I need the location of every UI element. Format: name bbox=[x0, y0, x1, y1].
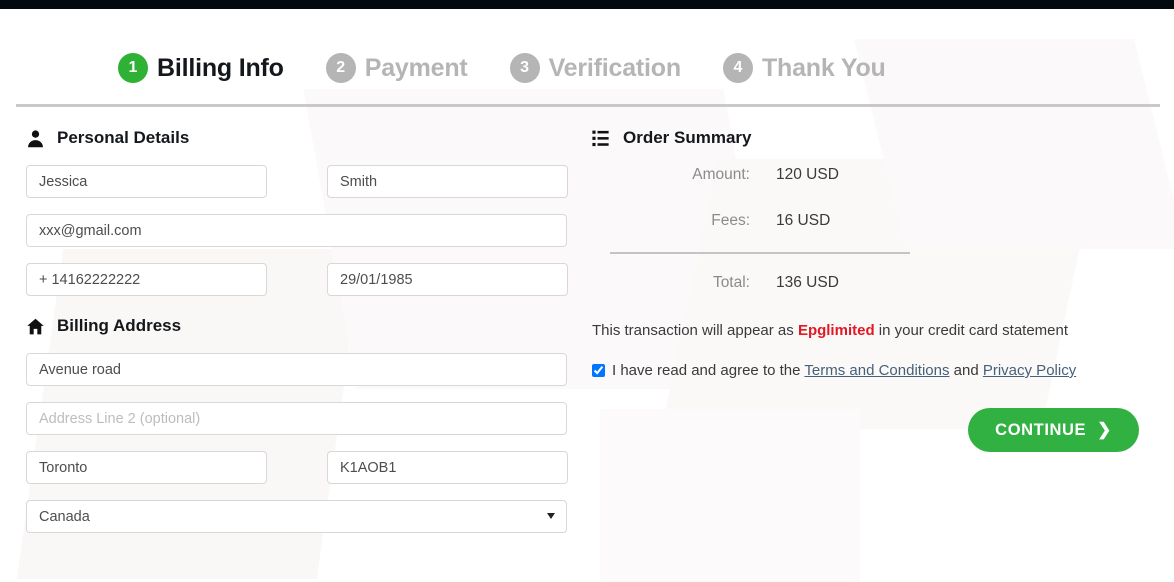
order-summary-column: Order Summary Amount: 120 USD Fees: 16 U… bbox=[592, 124, 1152, 452]
first-name-input[interactable]: Jessica bbox=[26, 165, 267, 198]
country-select-wrapper: Canada bbox=[26, 500, 567, 533]
amount-label: Amount: bbox=[692, 166, 750, 183]
summary-row-fees: Fees: 16 USD bbox=[592, 212, 1152, 230]
step-badge-4: 4 bbox=[722, 53, 753, 83]
chevron-down-icon bbox=[547, 513, 555, 519]
step-badge-1: 1 bbox=[118, 53, 148, 83]
top-black-bar bbox=[0, 0, 1174, 9]
step-label-billing-info: Billing Info bbox=[157, 53, 284, 82]
person-icon bbox=[26, 129, 45, 148]
continue-button[interactable]: CONTINUE ❯ bbox=[968, 408, 1139, 452]
country-select[interactable]: Canada bbox=[26, 500, 567, 533]
terms-conjunction: and bbox=[953, 362, 979, 379]
last-name-input[interactable]: Smith bbox=[327, 165, 568, 198]
step-badge-2: 2 bbox=[325, 53, 356, 83]
country-row: Canada bbox=[26, 500, 571, 533]
phone-dob-row: + 14162222222 29/01/1985 bbox=[26, 263, 571, 296]
summary-row-amount: Amount: 120 USD bbox=[592, 166, 1152, 184]
order-summary-header: Order Summary bbox=[592, 124, 1152, 152]
continue-button-row: CONTINUE ❯ bbox=[592, 408, 1139, 452]
terms-text: I have read and agree to the Terms and C… bbox=[612, 360, 1076, 382]
step-label-payment: Payment bbox=[364, 53, 468, 82]
statement-prefix: This transaction will appear as bbox=[592, 322, 794, 339]
city-postal-row: Toronto K1AOB1 bbox=[26, 451, 571, 484]
email-input[interactable]: xxx@gmail.com bbox=[26, 214, 567, 247]
statement-notice: This transaction will appear as Epglimit… bbox=[592, 320, 1107, 342]
chevron-right-icon: ❯ bbox=[1097, 420, 1112, 439]
fees-label: Fees: bbox=[711, 212, 750, 229]
home-icon bbox=[26, 317, 45, 336]
step-badge-3: 3 bbox=[509, 53, 540, 83]
summary-divider bbox=[610, 252, 910, 254]
date-of-birth-input[interactable]: 29/01/1985 bbox=[327, 263, 568, 296]
step-tab-billing-info[interactable]: 1 Billing Info bbox=[118, 53, 284, 83]
statement-suffix: in your credit card statement bbox=[878, 322, 1069, 339]
step-tab-payment[interactable]: 2 Payment bbox=[325, 53, 468, 83]
address-line-1-row: Avenue road bbox=[26, 353, 571, 386]
step-tab-verification[interactable]: 3 Verification bbox=[509, 53, 682, 83]
continue-button-label: CONTINUE bbox=[995, 420, 1087, 439]
terms-and-conditions-link[interactable]: Terms and Conditions bbox=[804, 362, 949, 379]
total-value: 136 USD bbox=[776, 274, 839, 291]
billing-address-title: Billing Address bbox=[57, 316, 182, 335]
step-label-thank-you: Thank You bbox=[761, 53, 886, 82]
city-input[interactable]: Toronto bbox=[26, 451, 267, 484]
step-tab-thank-you[interactable]: 4 Thank You bbox=[722, 53, 886, 83]
statement-brand: Epglimited bbox=[797, 322, 875, 339]
terms-agreement: I have read and agree to the Terms and C… bbox=[592, 360, 1122, 382]
total-label: Total: bbox=[712, 274, 750, 291]
step-label-verification: Verification bbox=[548, 53, 682, 82]
header-divider bbox=[16, 104, 1160, 107]
phone-input[interactable]: + 14162222222 bbox=[26, 263, 267, 296]
address-line-1-input[interactable]: Avenue road bbox=[26, 353, 567, 386]
terms-checkbox[interactable] bbox=[592, 364, 605, 377]
postal-code-input[interactable]: K1AOB1 bbox=[327, 451, 568, 484]
step-progress-tabs: 1 Billing Info 2 Payment 3 Verification … bbox=[0, 39, 1174, 97]
list-icon bbox=[592, 129, 611, 148]
name-row: Jessica Smith bbox=[26, 165, 571, 198]
amount-value: 120 USD bbox=[776, 166, 839, 183]
checkout-card: 1 Billing Info 2 Payment 3 Verification … bbox=[0, 9, 1174, 582]
privacy-policy-link[interactable]: Privacy Policy bbox=[983, 362, 1076, 379]
fees-value: 16 USD bbox=[776, 212, 831, 229]
summary-row-total: Total: 136 USD bbox=[592, 274, 1152, 292]
address-line-2-row: Address Line 2 (optional) bbox=[26, 402, 571, 435]
personal-details-title: Personal Details bbox=[57, 128, 190, 147]
billing-form-column: Personal Details Jessica Smith xxx@gmail… bbox=[26, 124, 571, 549]
billing-address-header: Billing Address bbox=[26, 312, 571, 340]
terms-prefix: I have read and agree to the bbox=[612, 362, 801, 379]
personal-details-header: Personal Details bbox=[26, 124, 571, 152]
email-row: xxx@gmail.com bbox=[26, 214, 571, 247]
order-summary-title: Order Summary bbox=[623, 128, 752, 147]
address-line-2-input[interactable]: Address Line 2 (optional) bbox=[26, 402, 567, 435]
